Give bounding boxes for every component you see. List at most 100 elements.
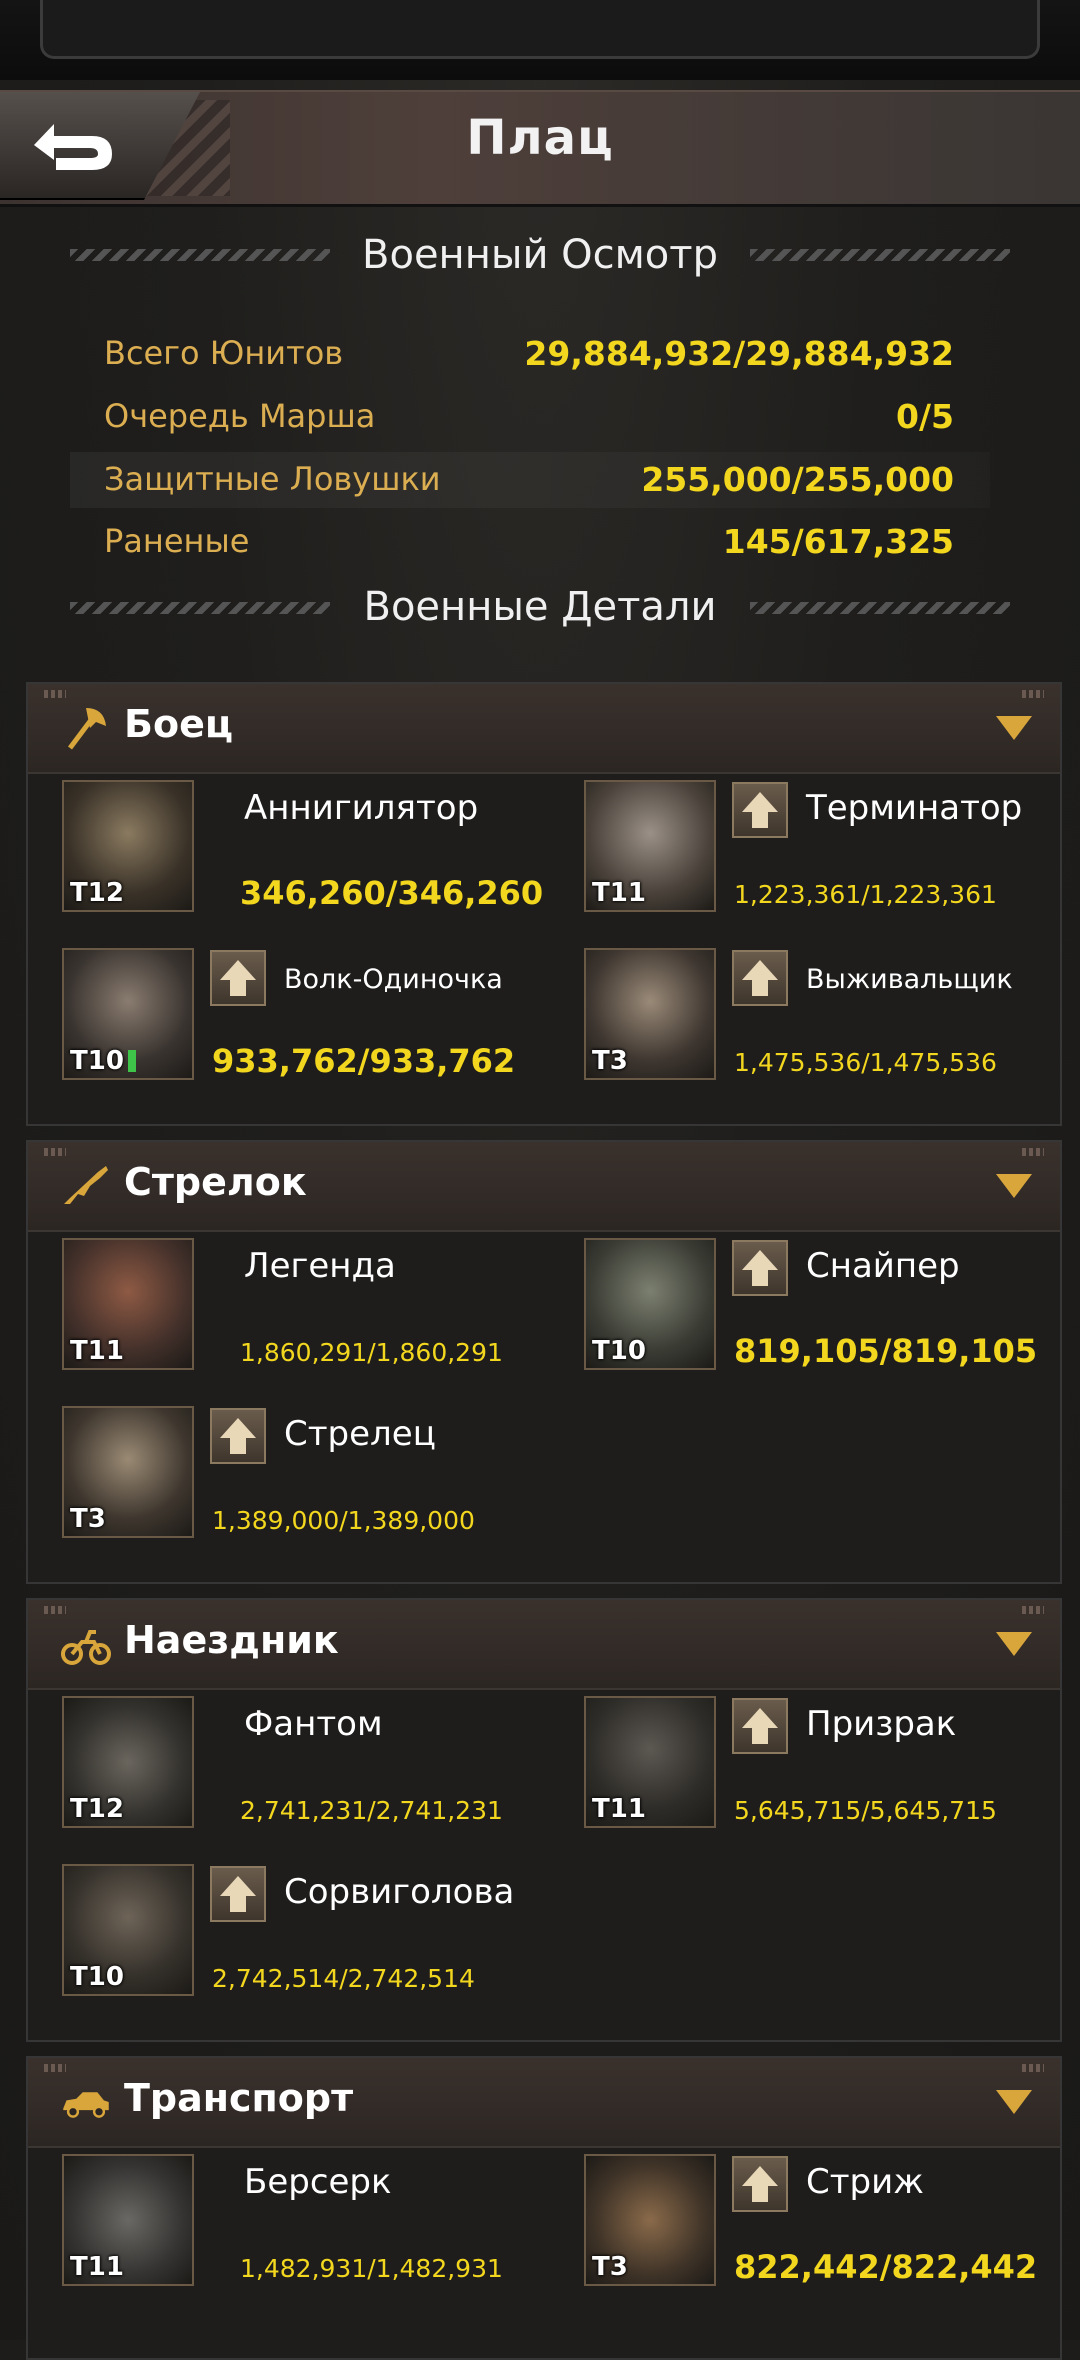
stat-value: 29,884,932/29,884,932 [524, 334, 954, 373]
category-header[interactable]: Наездник [28, 1600, 1060, 1690]
unit-card[interactable]: T11 Легенда 1,860,291/1,860,291 [62, 1238, 572, 1388]
unit-card[interactable]: T12 Аннигилятор 346,260/346,260 [62, 780, 572, 930]
unit-count: 1,482,931/1,482,931 [240, 2254, 503, 2283]
category-panel-transport: Транспорт T11 Берсерк 1,482,931/1,482,93… [26, 2056, 1062, 2360]
unit-portrait: T12 [62, 1696, 194, 1828]
upgrade-button[interactable] [732, 2156, 788, 2212]
unit-name: Снайпер [806, 1246, 960, 1286]
stat-traps: Защитные Ловушки 255,000/255,000 [70, 452, 990, 508]
category-name: Боец [124, 702, 234, 746]
upgrade-arrow-icon [742, 2166, 778, 2202]
unit-portrait: T11 [62, 1238, 194, 1370]
unit-portrait: T11 [584, 1696, 716, 1828]
upgrade-button[interactable] [732, 950, 788, 1006]
upgrade-button[interactable] [210, 1408, 266, 1464]
tier-badge: T10 [70, 1962, 124, 1992]
upgrade-arrow-icon [220, 1418, 256, 1454]
stat-total-units: Всего Юнитов 29,884,932/29,884,932 [70, 326, 990, 382]
tier-badge: T10 [592, 1336, 646, 1366]
unit-count: 2,742,514/2,742,514 [212, 1964, 475, 1993]
top-frame [0, 0, 1080, 80]
category-panel-shooter: Стрелок T11 Легенда 1,860,291/1,860,291 … [26, 1140, 1062, 1584]
upgrade-arrow-icon [742, 960, 778, 996]
upgrade-arrow-icon [220, 960, 256, 996]
overview-title: Военный Осмотр [362, 232, 718, 278]
chevron-down-icon[interactable] [996, 716, 1032, 740]
category-panel-rider: Наездник T12 Фантом 2,741,231/2,741,231 … [26, 1598, 1062, 2042]
unit-card[interactable]: T11 Берсерк 1,482,931/1,482,931 [62, 2154, 572, 2304]
unit-card[interactable]: T3 Стриж 822,442/822,442 [584, 2154, 1080, 2304]
unit-name: Выживальщик [806, 964, 1013, 995]
category-name: Стрелок [124, 1160, 307, 1204]
unit-name: Фантом [244, 1704, 383, 1744]
unit-count: 1,389,000/1,389,000 [212, 1506, 475, 1535]
unit-count: 1,860,291/1,860,291 [240, 1338, 503, 1367]
unit-count: 2,741,231/2,741,231 [240, 1796, 503, 1825]
category-header[interactable]: Стрелок [28, 1142, 1060, 1232]
stat-value: 255,000/255,000 [641, 460, 954, 499]
tier-badge: T12 [70, 1794, 124, 1824]
unit-name: Стриж [806, 2162, 924, 2202]
unit-count: 819,105/819,105 [734, 1332, 1038, 1370]
motorcycle-icon [61, 1630, 111, 1665]
unit-card[interactable]: T10 Сорвиголова 2,742,514/2,742,514 [62, 1864, 572, 2014]
upgrade-arrow-icon [742, 1708, 778, 1744]
chevron-down-icon[interactable] [996, 2090, 1032, 2114]
upgrade-button[interactable] [210, 1866, 266, 1922]
unit-name: Волк-Одиночка [284, 964, 503, 995]
upgrade-arrow-icon [742, 792, 778, 828]
stat-value: 0/5 [896, 397, 954, 436]
tier-badge: T11 [70, 2252, 124, 2282]
stat-label: Всего Юнитов [104, 334, 344, 372]
unit-count: 5,645,715/5,645,715 [734, 1796, 997, 1825]
unit-card[interactable]: T11 Призрак 5,645,715/5,645,715 [584, 1696, 1080, 1846]
upgrade-arrow-icon [220, 1876, 256, 1912]
unit-name: Терминатор [806, 788, 1023, 828]
stat-march-queue: Очередь Марша 0/5 [70, 389, 990, 445]
unit-name: Призрак [806, 1704, 957, 1744]
stat-value: 145/617,325 [722, 522, 954, 561]
unit-portrait: T10 [584, 1238, 716, 1370]
details-title: Военные Детали [363, 584, 717, 630]
category-header[interactable]: Боец [28, 684, 1060, 774]
unit-portrait: T3 [584, 2154, 716, 2286]
unit-count: 822,442/822,442 [734, 2248, 1038, 2286]
unit-portrait: T11 [584, 780, 716, 912]
upgrade-button[interactable] [732, 1698, 788, 1754]
category-name: Наездник [124, 1618, 339, 1662]
unit-card[interactable]: T10 Снайпер 819,105/819,105 [584, 1238, 1080, 1388]
tier-badge: T3 [592, 1046, 628, 1076]
unit-portrait: T12 [62, 780, 194, 912]
unit-count: 933,762/933,762 [212, 1042, 516, 1080]
tier-badge: T10 [70, 1046, 124, 1076]
stat-label: Защитные Ловушки [104, 460, 441, 498]
upgrade-button[interactable] [732, 782, 788, 838]
unit-card[interactable]: T11 Терминатор 1,223,361/1,223,361 [584, 780, 1080, 930]
category-name: Транспорт [124, 2076, 354, 2120]
upgrade-button[interactable] [732, 1240, 788, 1296]
stat-label: Раненые [104, 522, 250, 560]
category-header[interactable]: Транспорт [28, 2058, 1060, 2148]
unit-name: Берсерк [244, 2162, 392, 2202]
tier-badge: T11 [70, 1336, 124, 1366]
stat-label: Очередь Марша [104, 397, 376, 435]
unit-name: Стрелец [284, 1414, 436, 1454]
unit-card[interactable]: T3 Выживальщик 1,475,536/1,475,536 [584, 948, 1080, 1098]
unit-portrait: T10 [62, 948, 194, 1080]
upgrade-arrow-icon [742, 1250, 778, 1286]
category-panel-fighter: Боец T12 Аннигилятор 346,260/346,260 T11… [26, 682, 1062, 1126]
unit-portrait: T3 [584, 948, 716, 1080]
chevron-down-icon[interactable] [996, 1632, 1032, 1656]
tier-badge: T11 [592, 1794, 646, 1824]
unit-name: Легенда [244, 1246, 396, 1286]
upgrade-button[interactable] [210, 950, 266, 1006]
unit-card[interactable]: T12 Фантом 2,741,231/2,741,231 [62, 1696, 572, 1846]
unit-portrait: T3 [62, 1406, 194, 1538]
unit-count: 346,260/346,260 [240, 874, 544, 912]
unit-portrait: T11 [62, 2154, 194, 2286]
rifle-icon [64, 1166, 108, 1204]
unit-card[interactable]: T10 Волк-Одиночка 933,762/933,762 [62, 948, 572, 1098]
chevron-down-icon[interactable] [996, 1174, 1032, 1198]
unit-card[interactable]: T3 Стрелец 1,389,000/1,389,000 [62, 1406, 572, 1556]
axe-icon [68, 708, 106, 750]
